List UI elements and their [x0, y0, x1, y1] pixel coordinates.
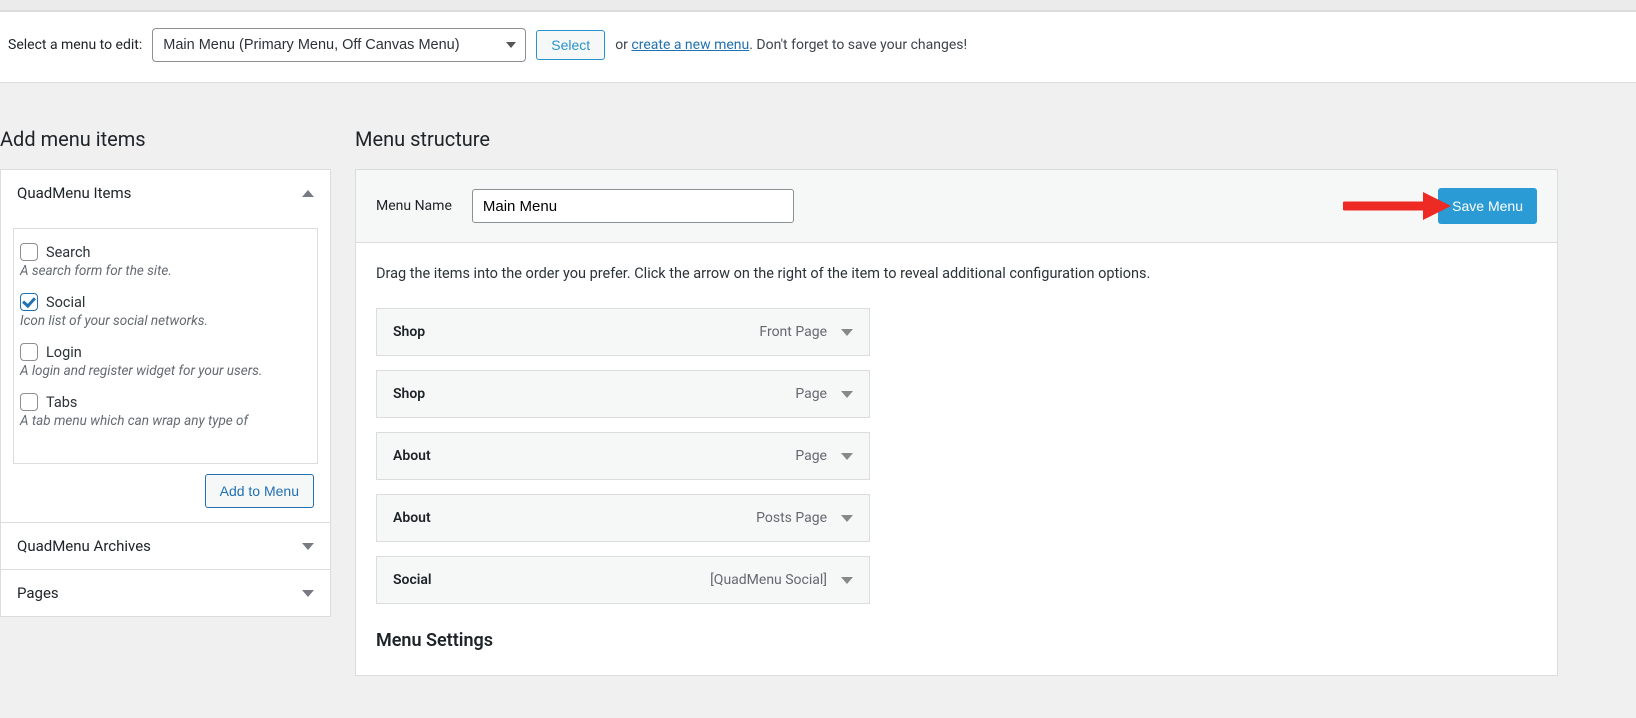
checkbox-tabs[interactable]	[20, 393, 38, 411]
menu-name-input[interactable]	[472, 189, 794, 223]
item-label-tabs: Tabs	[46, 394, 77, 411]
chevron-up-icon	[302, 190, 314, 197]
chevron-down-icon[interactable]	[841, 577, 853, 584]
chevron-down-icon	[302, 543, 314, 550]
menu-structure-panel: Menu Name Save Menu Drag the items into …	[355, 169, 1558, 676]
menu-item-title: Shop	[393, 324, 425, 340]
item-label-login: Login	[46, 344, 82, 361]
add-to-menu-button[interactable]: Add to Menu	[205, 474, 314, 508]
create-new-menu-link[interactable]: create a new menu	[631, 37, 749, 53]
item-desc-search: A search form for the site.	[20, 263, 307, 279]
accordion-quadmenu-archives: QuadMenu Archives	[0, 523, 331, 570]
menu-select-dropdown[interactable]: Main Menu (Primary Menu, Off Canvas Menu…	[152, 28, 526, 62]
drag-hint-text: Drag the items into the order you prefer…	[376, 265, 1537, 282]
menu-item-type: Posts Page	[756, 510, 827, 526]
menu-item-type: [QuadMenu Social]	[710, 572, 827, 588]
item-desc-login: A login and register widget for your use…	[20, 363, 307, 379]
accordion-pages: Pages	[0, 570, 331, 617]
menu-item[interactable]: About Page	[376, 432, 870, 480]
accordion-title: QuadMenu Archives	[17, 537, 151, 555]
menu-item[interactable]: Shop Front Page	[376, 308, 870, 356]
accordion-quadmenu-items: QuadMenu Items Search A search form for …	[0, 169, 331, 523]
item-label-search: Search	[46, 244, 91, 261]
quadmenu-items-scrollbox[interactable]: Search A search form for the site. Socia…	[13, 228, 318, 464]
menu-item-title: About	[393, 448, 431, 464]
menu-item-type: Page	[795, 448, 827, 464]
menu-item-type: Front Page	[759, 324, 827, 340]
menu-items-list: Shop Front Page Shop Page About Page	[376, 308, 870, 604]
checkbox-login[interactable]	[20, 343, 38, 361]
item-label-social: Social	[46, 294, 85, 311]
checkbox-search[interactable]	[20, 243, 38, 261]
menu-name-header: Menu Name Save Menu	[356, 170, 1557, 243]
menu-item[interactable]: Social [QuadMenu Social]	[376, 556, 870, 604]
chevron-down-icon[interactable]	[841, 453, 853, 460]
accordion-title: QuadMenu Items	[17, 184, 131, 202]
menu-item-title: Shop	[393, 386, 425, 402]
menu-select-row: Select a menu to edit: Main Menu (Primar…	[0, 11, 1636, 83]
checkbox-social[interactable]	[20, 293, 38, 311]
menu-item-title: Social	[393, 572, 432, 588]
menu-name-label: Menu Name	[376, 198, 452, 214]
chevron-down-icon[interactable]	[841, 329, 853, 336]
select-button[interactable]: Select	[536, 30, 605, 60]
menu-select-label: Select a menu to edit:	[8, 37, 142, 53]
chevron-down-icon	[302, 590, 314, 597]
top-bar	[0, 0, 1636, 11]
save-menu-button[interactable]: Save Menu	[1438, 188, 1537, 224]
menu-item-title: About	[393, 510, 431, 526]
accordion-title: Pages	[17, 584, 59, 602]
select-helper-text: or create a new menu. Don't forget to sa…	[615, 37, 967, 53]
item-desc-tabs: A tab menu which can wrap any type of	[20, 413, 307, 429]
item-desc-social: Icon list of your social networks.	[20, 313, 307, 329]
menu-structure-heading: Menu structure	[355, 127, 1558, 151]
menu-item[interactable]: Shop Page	[376, 370, 870, 418]
menu-item-type: Page	[795, 386, 827, 402]
chevron-down-icon[interactable]	[841, 391, 853, 398]
chevron-down-icon[interactable]	[841, 515, 853, 522]
annotation-arrow-icon	[1343, 190, 1453, 222]
accordion-header-quadmenu-archives[interactable]: QuadMenu Archives	[1, 523, 330, 569]
accordion-header-quadmenu-items[interactable]: QuadMenu Items	[1, 170, 330, 216]
add-menu-items-heading: Add menu items	[0, 127, 331, 151]
accordion-header-pages[interactable]: Pages	[1, 570, 330, 616]
menu-settings-heading: Menu Settings	[376, 630, 1537, 651]
menu-item[interactable]: About Posts Page	[376, 494, 870, 542]
